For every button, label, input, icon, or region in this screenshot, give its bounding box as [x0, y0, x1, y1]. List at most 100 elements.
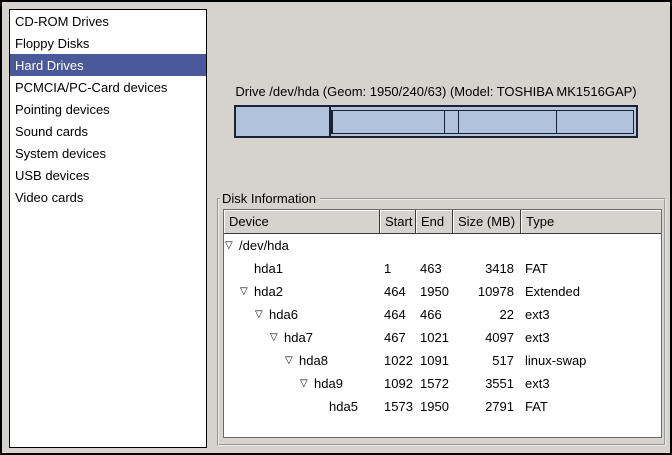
- expander-open-icon[interactable]: ▽: [285, 356, 299, 366]
- drive-title: Drive /dev/hda (Geom: 1950/240/63) (Mode…: [224, 84, 648, 99]
- type-cell: FAT: [521, 257, 661, 280]
- type-cell: FAT: [521, 395, 661, 418]
- device-cell: ▽ hda1: [224, 257, 380, 280]
- device-label: hda8: [299, 353, 328, 368]
- hardware-browser-window: CD-ROM Drives Floppy Disks Hard Drives P…: [0, 0, 672, 455]
- expander-open-icon[interactable]: ▽: [270, 333, 284, 343]
- expander-open-icon[interactable]: ▽: [300, 379, 314, 389]
- disk-information-frame: Disk Information Device Start End Size (…: [217, 198, 666, 446]
- type-cell: Extended: [521, 280, 661, 303]
- device-cell: ▽ hda2: [224, 280, 380, 303]
- device-label: hda7: [284, 330, 313, 345]
- end-cell: 1021: [416, 326, 453, 349]
- size-cell: 22: [453, 303, 521, 326]
- sidebar-item-floppy-disks[interactable]: Floppy Disks: [10, 32, 206, 54]
- type-cell: ext3: [521, 303, 661, 326]
- sidebar-item-label: Floppy Disks: [15, 36, 89, 51]
- end-cell: 1950: [416, 395, 453, 418]
- size-cell: 3551: [453, 372, 521, 395]
- partition-segment-hda8: [445, 111, 459, 133]
- table-row[interactable]: ▽ hda9 1092 1572 3551 ext3: [224, 372, 661, 395]
- column-header-size[interactable]: Size (MB): [453, 210, 521, 234]
- device-label: /dev/hda: [239, 238, 289, 253]
- expander-open-icon[interactable]: ▽: [225, 241, 239, 251]
- table-row[interactable]: ▽ hda8 1022 1091 517 linux-swap: [224, 349, 661, 372]
- end-cell: 466: [416, 303, 453, 326]
- size-cell: 4097: [453, 326, 521, 349]
- size-cell: 517: [453, 349, 521, 372]
- start-cell: 467: [380, 326, 416, 349]
- device-label: hda2: [254, 284, 283, 299]
- end-cell: 463: [416, 257, 453, 280]
- partition-bar: [234, 105, 638, 138]
- partition-segment-hda5: [557, 111, 633, 133]
- device-label: hda9: [314, 376, 343, 391]
- type-cell: linux-swap: [521, 349, 661, 372]
- type-cell: [521, 234, 661, 257]
- disk-information-table: Device Start End Size (MB) Type ▽ /dev/h…: [223, 209, 662, 438]
- sidebar-item-hard-drives[interactable]: Hard Drives: [10, 54, 206, 76]
- type-cell: ext3: [521, 372, 661, 395]
- table-row[interactable]: ▽ hda2 464 1950 10978 Extended: [224, 280, 661, 303]
- start-cell: [380, 234, 416, 257]
- device-cell: ▽ hda9: [224, 372, 380, 395]
- end-cell: 1091: [416, 349, 453, 372]
- size-cell: 3418: [453, 257, 521, 280]
- sidebar-item-usb-devices[interactable]: USB devices: [10, 164, 206, 186]
- device-label: hda6: [269, 307, 298, 322]
- extended-partition-box: [331, 110, 634, 134]
- column-header-end[interactable]: End: [416, 210, 453, 234]
- table-body: ▽ /dev/hda ▽ hda1 1 463 3418 FAT ▽ hda2 …: [224, 234, 661, 418]
- sidebar-item-pointing-devices[interactable]: Pointing devices: [10, 98, 206, 120]
- partition-segment-hda9: [459, 111, 556, 133]
- partition-segment-hda7: [333, 111, 445, 133]
- table-row[interactable]: ▽ /dev/hda: [224, 234, 661, 257]
- column-header-type[interactable]: Type: [521, 210, 661, 234]
- device-label: hda1: [254, 261, 283, 276]
- device-label: hda5: [329, 399, 358, 414]
- start-cell: 1: [380, 257, 416, 280]
- partition-segment-extended: [331, 107, 636, 136]
- start-cell: 1022: [380, 349, 416, 372]
- device-cell: ▽ hda8: [224, 349, 380, 372]
- table-row[interactable]: ▽ hda7 467 1021 4097 ext3: [224, 326, 661, 349]
- sidebar-item-label: USB devices: [15, 168, 89, 183]
- device-cell: ▽ hda6: [224, 303, 380, 326]
- sidebar-item-label: Pointing devices: [15, 102, 110, 117]
- start-cell: 464: [380, 303, 416, 326]
- sidebar-item-label: Sound cards: [15, 124, 88, 139]
- size-cell: 2791: [453, 395, 521, 418]
- sidebar-item-label: CD-ROM Drives: [15, 14, 109, 29]
- table-row[interactable]: ▽ hda1 1 463 3418 FAT: [224, 257, 661, 280]
- size-cell: 10978: [453, 280, 521, 303]
- sidebar-item-label: PCMCIA/PC-Card devices: [15, 80, 167, 95]
- expander-open-icon[interactable]: ▽: [240, 287, 254, 297]
- device-category-list[interactable]: CD-ROM Drives Floppy Disks Hard Drives P…: [9, 9, 207, 448]
- sidebar-item-cd-rom-drives[interactable]: CD-ROM Drives: [10, 10, 206, 32]
- sidebar-item-label: System devices: [15, 146, 106, 161]
- size-cell: [453, 234, 521, 257]
- sidebar-item-pcmcia-pc-card-devices[interactable]: PCMCIA/PC-Card devices: [10, 76, 206, 98]
- sidebar-item-video-cards[interactable]: Video cards: [10, 186, 206, 208]
- expander-open-icon[interactable]: ▽: [255, 310, 269, 320]
- end-cell: 1950: [416, 280, 453, 303]
- disk-information-label: Disk Information: [220, 191, 320, 207]
- type-cell: ext3: [521, 326, 661, 349]
- partition-segment-hda1: [236, 107, 331, 136]
- table-header-row: Device Start End Size (MB) Type: [224, 210, 661, 234]
- device-cell: ▽ hda7: [224, 326, 380, 349]
- start-cell: 1573: [380, 395, 416, 418]
- end-cell: [416, 234, 453, 257]
- sidebar-item-label: Hard Drives: [15, 58, 84, 73]
- sidebar-item-label: Video cards: [15, 190, 83, 205]
- column-header-start[interactable]: Start: [380, 210, 416, 234]
- start-cell: 464: [380, 280, 416, 303]
- column-header-device[interactable]: Device: [224, 210, 380, 234]
- table-row[interactable]: ▽ hda6 464 466 22 ext3: [224, 303, 661, 326]
- sidebar-item-system-devices[interactable]: System devices: [10, 142, 206, 164]
- device-cell: ▽ hda5: [224, 395, 380, 418]
- table-row[interactable]: ▽ hda5 1573 1950 2791 FAT: [224, 395, 661, 418]
- sidebar-item-sound-cards[interactable]: Sound cards: [10, 120, 206, 142]
- end-cell: 1572: [416, 372, 453, 395]
- start-cell: 1092: [380, 372, 416, 395]
